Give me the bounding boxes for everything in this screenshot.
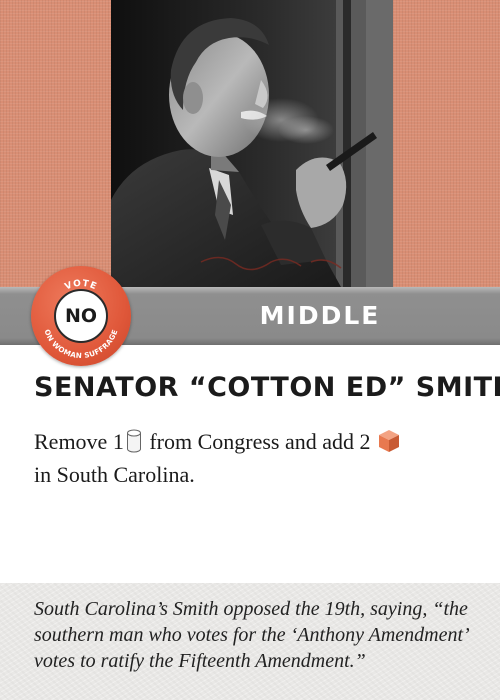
- rules-text-part-1: Remove 1: [34, 429, 124, 454]
- rules-text-part-2: from Congress and add 2: [143, 429, 377, 454]
- vote-value: NO: [54, 289, 108, 343]
- cube-icon: [378, 429, 400, 460]
- region-label: MIDDLE: [259, 301, 381, 330]
- senator-portrait-photo: [111, 0, 393, 287]
- rules-text-part-3: in South Carolina.: [34, 462, 195, 487]
- event-card: MIDDLE VOTE ON WOMAN SUFFRAGE NO SENATOR…: [0, 0, 500, 700]
- card-rules-text: Remove 1 from Congress and add 2 in Sout…: [34, 427, 474, 489]
- vote-badge: VOTE ON WOMAN SUFFRAGE NO: [31, 266, 131, 366]
- card-title: SENATOR “COTTON ED” SMITH: [34, 372, 500, 403]
- flavor-text: South Carolina’s Smith opposed the 19th,…: [34, 598, 468, 672]
- cylinder-icon: [126, 429, 142, 460]
